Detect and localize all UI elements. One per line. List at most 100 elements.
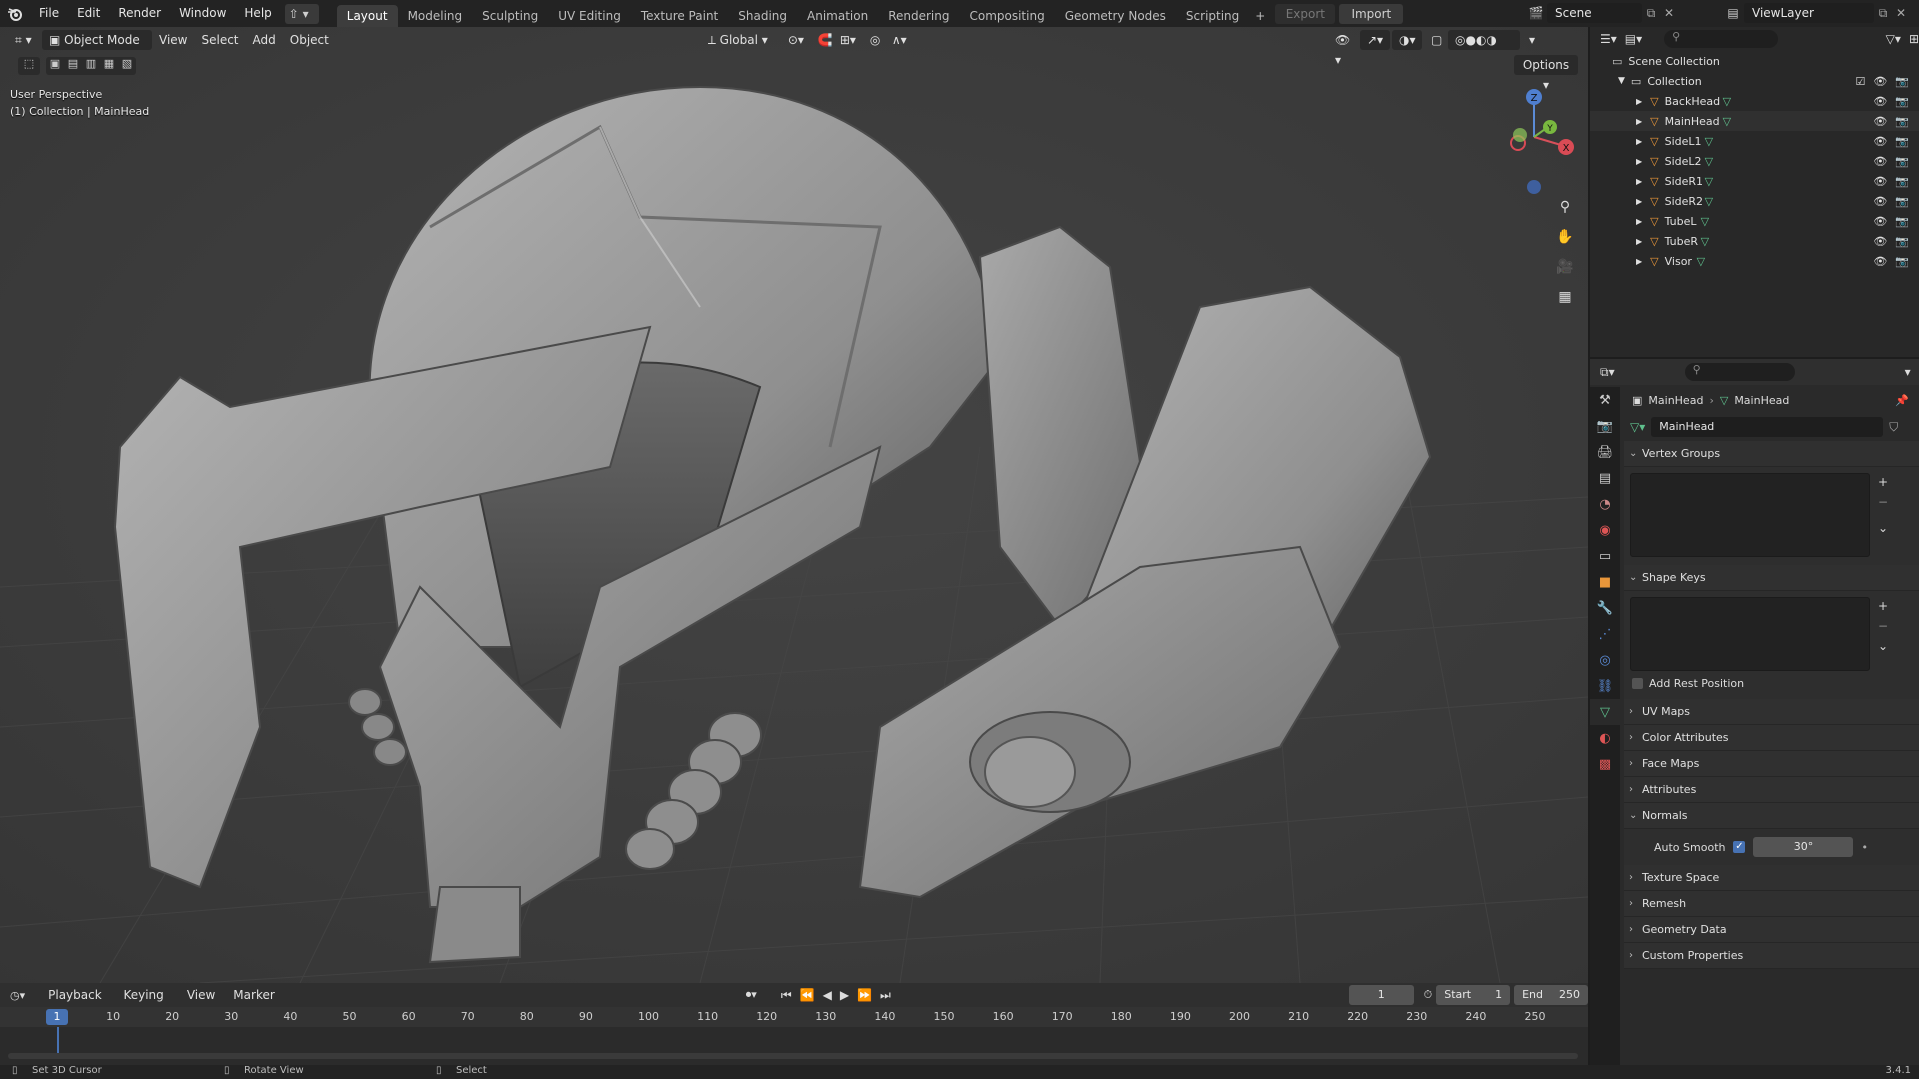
export-button[interactable]: Export	[1275, 3, 1336, 24]
tab-animation[interactable]: Animation	[797, 5, 878, 27]
panel-geometry-data[interactable]: › Geometry Data	[1624, 917, 1919, 943]
app-template-dropdown[interactable]: ⇧ ▾	[284, 3, 319, 24]
viewlayer-icon[interactable]: ▤	[1722, 6, 1744, 20]
eye-icon[interactable]: 👁	[1873, 195, 1887, 208]
exclude-checkbox-icon[interactable]: ☑	[1855, 75, 1865, 88]
jump-start-icon[interactable]: ⏮	[781, 988, 792, 1003]
delete-scene-icon[interactable]: ✕	[1660, 6, 1678, 20]
timeline-scrollbar[interactable]	[8, 1053, 1578, 1059]
expand-chevron-icon[interactable]: ▶	[1636, 257, 1642, 266]
vertex-group-specials-icon[interactable]: ⌄	[1878, 521, 1888, 535]
render-camera-icon[interactable]: 📷	[1895, 195, 1909, 208]
panel-vertex-groups[interactable]: ⌄ Vertex Groups	[1624, 441, 1919, 467]
panel-attributes[interactable]: › Attributes	[1624, 777, 1919, 803]
render-camera-icon[interactable]: 📷	[1895, 235, 1909, 248]
outliner-item-sidel1[interactable]: ▶ ▽ SideL1 ▽ 👁 📷	[1590, 131, 1919, 151]
shading-options-icon[interactable]: ▾	[1522, 30, 1538, 50]
eye-icon[interactable]: 👁	[1873, 135, 1887, 148]
panel-remesh[interactable]: › Remesh	[1624, 891, 1919, 917]
tab-shading[interactable]: Shading	[728, 5, 797, 27]
remove-vertex-group-icon[interactable]: −	[1878, 495, 1888, 509]
scene-tab-icon[interactable]: ◔	[1590, 491, 1620, 517]
view-layer-tab-icon[interactable]: ▤	[1590, 465, 1620, 491]
texture-tab-icon[interactable]: ▩	[1590, 751, 1620, 777]
add-workspace-icon[interactable]: +	[1249, 5, 1271, 27]
render-camera-icon[interactable]: 📷	[1895, 155, 1909, 168]
transform-orientation-dropdown[interactable]: ⟂ Global ▾	[701, 30, 781, 50]
menu-view[interactable]: View	[152, 30, 194, 50]
auto-smooth-angle-field[interactable]: 30°	[1753, 837, 1854, 857]
collection-tab-icon[interactable]: ▭	[1590, 543, 1620, 569]
properties-options-icon[interactable]: ▾	[1905, 365, 1911, 379]
mesh-data-tab-icon[interactable]: ▽	[1590, 699, 1620, 725]
overlay-toggle-icon[interactable]: ◑▾	[1392, 30, 1422, 50]
panel-shape-keys[interactable]: ⌄ Shape Keys	[1624, 565, 1919, 591]
tab-texture-paint[interactable]: Texture Paint	[631, 5, 728, 27]
mesh-browse-icon[interactable]: ▽▾	[1630, 420, 1645, 434]
current-frame-field[interactable]: 1	[1348, 985, 1414, 1005]
render-camera-icon[interactable]: 📷	[1895, 115, 1909, 128]
options-dropdown[interactable]: Options ▾	[1514, 55, 1578, 92]
blender-logo-icon[interactable]	[0, 0, 30, 27]
zoom-icon[interactable]: ⚲	[1552, 194, 1578, 220]
remove-shape-key-icon[interactable]: −	[1878, 619, 1888, 633]
menu-render[interactable]: Render	[109, 0, 170, 27]
outliner-item-sidel2[interactable]: ▶ ▽ SideL2 ▽ 👁 📷	[1590, 151, 1919, 171]
scene-field[interactable]: Scene	[1547, 3, 1642, 23]
outliner-editor-icon[interactable]: ☰▾	[1600, 32, 1617, 46]
render-camera-icon[interactable]: 📷	[1895, 255, 1909, 268]
eye-icon[interactable]: 👁	[1873, 115, 1887, 128]
gizmo-toggle-icon[interactable]: ↗▾	[1360, 30, 1390, 50]
expand-chevron-icon[interactable]: ▼	[1618, 76, 1625, 86]
panel-custom-properties[interactable]: › Custom Properties	[1624, 943, 1919, 969]
expand-chevron-icon[interactable]: ▶	[1636, 177, 1642, 186]
menu-timeline-view[interactable]: View	[180, 985, 222, 1005]
select-box-tool-icon[interactable]: ⬚	[18, 57, 40, 75]
shape-key-specials-icon[interactable]: ⌄	[1878, 639, 1888, 653]
eye-icon[interactable]: 👁	[1873, 155, 1887, 168]
outliner-item-visor[interactable]: ▶ ▽ Visor ▽ 👁 📷	[1590, 251, 1919, 271]
constraints-tab-icon[interactable]: ⛓	[1590, 673, 1620, 699]
menu-add[interactable]: Add	[246, 30, 283, 50]
tool-tab-icon[interactable]: ⚒	[1590, 387, 1620, 413]
menu-edit[interactable]: Edit	[68, 0, 109, 27]
add-rest-position-checkbox[interactable]	[1632, 678, 1643, 689]
tab-sculpting[interactable]: Sculpting	[472, 5, 548, 27]
shading-mode-icons[interactable]: ◎●◐◑	[1448, 30, 1520, 50]
import-button[interactable]: Import	[1339, 3, 1404, 24]
tab-uv-editing[interactable]: UV Editing	[548, 5, 631, 27]
eye-icon[interactable]: 👁	[1873, 175, 1887, 188]
panel-color-attributes[interactable]: › Color Attributes	[1624, 725, 1919, 751]
menu-object[interactable]: Object	[283, 30, 336, 50]
snap-target-icon[interactable]: ⊞▾	[833, 30, 863, 50]
tab-layout[interactable]: Layout	[336, 5, 398, 27]
start-frame-field[interactable]: Start 1	[1436, 985, 1511, 1005]
menu-window[interactable]: Window	[170, 0, 235, 27]
menu-select[interactable]: Select	[194, 30, 245, 50]
add-shape-key-icon[interactable]: +	[1878, 599, 1888, 613]
eye-icon[interactable]: 👁	[1873, 255, 1887, 268]
play-icon[interactable]: ▶	[840, 988, 849, 1003]
expand-chevron-icon[interactable]: ▶	[1636, 217, 1642, 226]
jump-end-icon[interactable]: ⏭	[880, 988, 891, 1003]
material-tab-icon[interactable]: ◐	[1590, 725, 1620, 751]
playhead-frame-label[interactable]: 1	[46, 1009, 68, 1025]
play-reverse-icon[interactable]: ◀	[823, 988, 832, 1003]
playhead-line[interactable]	[57, 1027, 59, 1053]
outliner-item-backhead[interactable]: ▶ ▽ BackHead ▽ 👁 📷	[1590, 91, 1919, 111]
menu-playback[interactable]: Playback ▾	[41, 985, 112, 1022]
keyframe-dot-icon[interactable]: •	[1861, 841, 1868, 854]
scene-icon[interactable]: 🎬	[1525, 6, 1547, 20]
outliner-item-mainhead[interactable]: ▶ ▽ MainHead ▽ 👁 📷	[1590, 111, 1919, 131]
selection-mode-icons[interactable]: ▣ ▤ ▥ ▦ ▧	[46, 57, 136, 75]
tab-geometry-nodes[interactable]: Geometry Nodes	[1055, 5, 1176, 27]
panel-face-maps[interactable]: › Face Maps	[1624, 751, 1919, 777]
expand-chevron-icon[interactable]: ▶	[1636, 237, 1642, 246]
new-collection-icon[interactable]: ⊞	[1909, 32, 1919, 46]
outliner-search-input[interactable]: ⚲	[1664, 30, 1778, 48]
timeline-editor-icon[interactable]: ◷▾	[10, 989, 37, 1002]
tab-rendering[interactable]: Rendering	[878, 5, 959, 27]
pivot-point-icon[interactable]: ⊙▾	[781, 30, 811, 50]
tab-scripting[interactable]: Scripting	[1176, 5, 1249, 27]
frame-ruler[interactable]: 1 10 20 30 40 50 60 70 80 90 100 110 120 130 140 150 16…	[0, 1007, 1588, 1027]
